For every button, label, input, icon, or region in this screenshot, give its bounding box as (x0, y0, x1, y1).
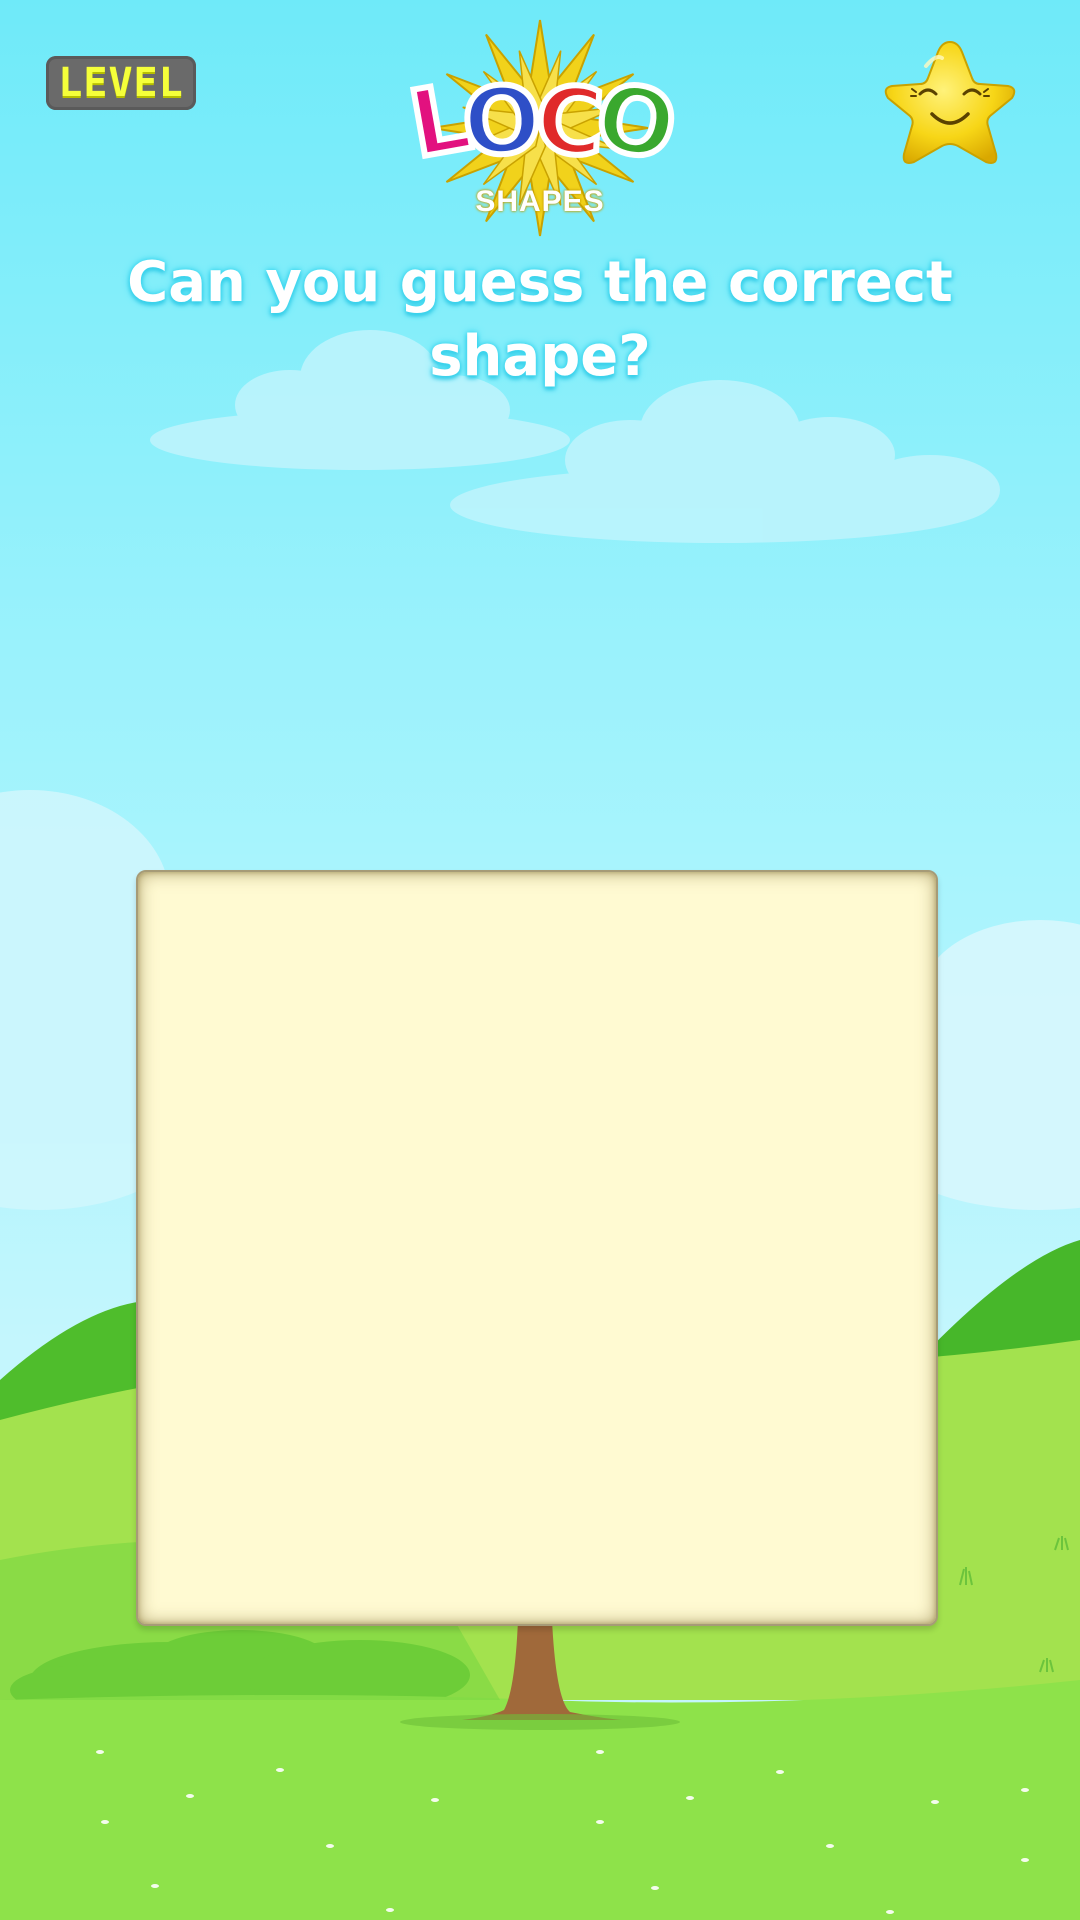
level-badge: LEVEL (46, 56, 196, 110)
game-logo: LOCO SHAPES (399, 10, 681, 250)
logo-letter-2: O (458, 63, 542, 180)
question-text: Can you guess the correct shape? (127, 250, 953, 389)
level-label: LEVEL (58, 60, 184, 106)
star-button[interactable] (880, 36, 1020, 176)
game-scene: LEVEL LOCO SHAPES Can you guess the corr… (0, 0, 1080, 1920)
smiling-star-icon (884, 40, 1016, 164)
logo-title: LOCO (399, 60, 681, 184)
shape-board[interactable] (136, 870, 938, 1626)
logo-subtitle: SHAPES (475, 185, 605, 218)
logo-letter-4: O (585, 60, 681, 184)
